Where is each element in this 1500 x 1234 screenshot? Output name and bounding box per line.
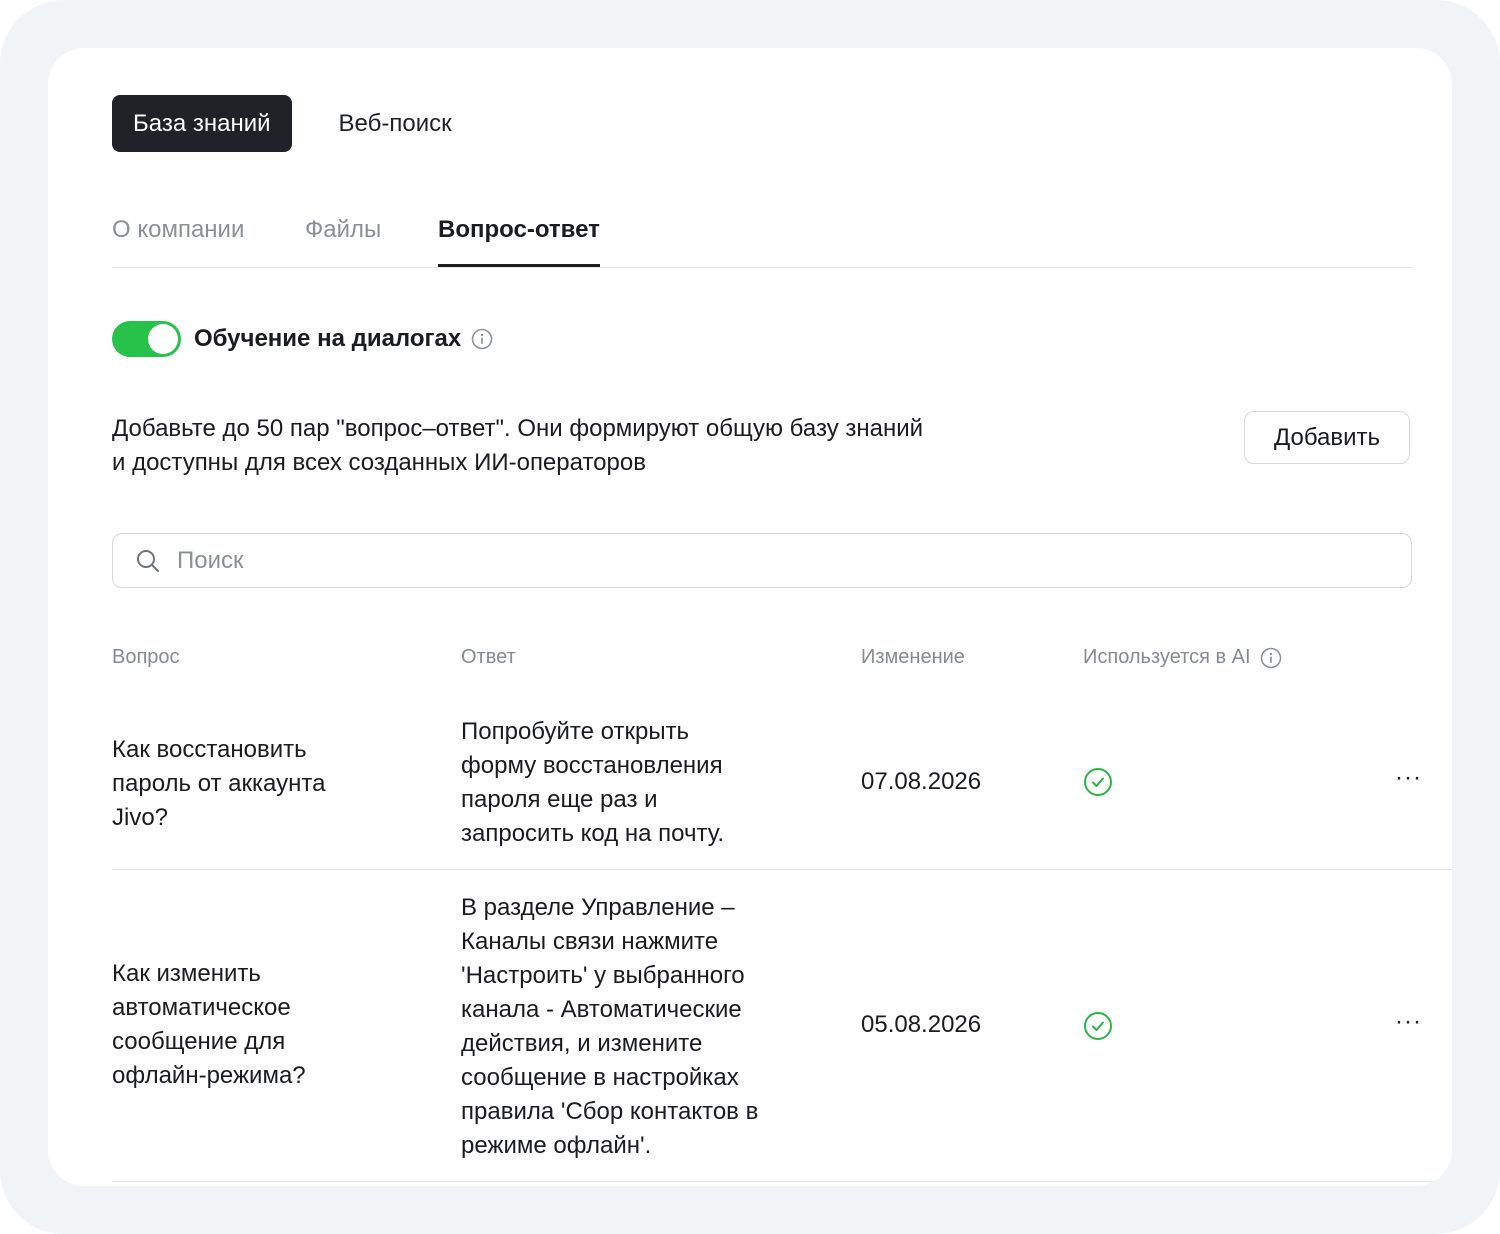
page-background: База знаний Веб-поиск О компании Файлы В…	[0, 0, 1500, 1234]
answer-line: форму восстановления	[461, 752, 723, 779]
description-line: Добавьте до 50 пар "вопрос–ответ". Они ф…	[112, 415, 924, 442]
check-circle-icon	[1083, 1011, 1113, 1051]
table-row[interactable]: Как восстановить пароль от аккаунта Jivo…	[112, 714, 1452, 870]
search-icon	[135, 548, 161, 574]
column-header-answer[interactable]: Ответ	[461, 646, 516, 669]
qa-description: Добавьте до 50 пар "вопрос–ответ". Они ф…	[112, 412, 1012, 480]
answer-line: пароля еще раз и	[461, 786, 658, 813]
answer-line: режиме офлайн'.	[461, 1132, 652, 1159]
answer-cell: Попробуйте открыть форму восстановления …	[461, 715, 791, 851]
description-line: и доступны для всех созданных ИИ-операто…	[112, 449, 646, 476]
top-tabs: База знаний Веб-поиск	[112, 95, 499, 152]
answer-line: правила 'Сбор контактов в	[461, 1098, 759, 1125]
info-icon[interactable]	[1260, 647, 1282, 669]
tab-files[interactable]: Файлы	[305, 214, 381, 266]
column-header-changed[interactable]: Изменение	[861, 646, 965, 669]
question-line: сообщение для	[112, 1028, 286, 1055]
settings-card: База знаний Веб-поиск О компании Файлы В…	[48, 48, 1452, 1186]
training-toggle[interactable]	[112, 321, 181, 357]
column-header-question[interactable]: Вопрос	[112, 646, 180, 669]
answer-cell: В разделе Управление – Каналы связи нажм…	[461, 891, 791, 1163]
knowledge-base-panel: База знаний Веб-поиск О компании Файлы В…	[112, 48, 1452, 1186]
question-line: автоматическое	[112, 994, 291, 1021]
tab-question-answer[interactable]: Вопрос-ответ	[438, 214, 600, 267]
row-more-button[interactable]: ···	[1395, 1005, 1422, 1039]
question-line: пароль от аккаунта	[112, 770, 326, 797]
info-icon[interactable]	[471, 328, 493, 350]
training-toggle-row: Обучение на диалогах	[112, 321, 493, 357]
answer-line: Попробуйте открыть	[461, 718, 690, 745]
question-line: Как восстановить	[112, 736, 307, 763]
search-input[interactable]	[175, 545, 1179, 576]
column-header-used-in-ai[interactable]: Используется в AI	[1083, 646, 1282, 669]
answer-line: сообщение в настройках	[461, 1064, 739, 1091]
question-cell: Как изменить автоматическое сообщение дл…	[112, 957, 402, 1093]
tab-knowledge-base[interactable]: База знаний	[112, 95, 292, 152]
answer-line: канала - Автоматические	[461, 996, 742, 1023]
question-line: офлайн-режима?	[112, 1062, 306, 1089]
table-row[interactable]: Как изменить автоматическое сообщение дл…	[112, 870, 1452, 1182]
changed-date: 05.08.2026	[861, 1011, 982, 1038]
answer-line: В разделе Управление –	[461, 894, 735, 921]
tab-about-company[interactable]: О компании	[112, 214, 244, 266]
check-circle-icon	[1083, 767, 1113, 807]
tab-web-search[interactable]: Веб-поиск	[318, 95, 473, 152]
question-line: Как изменить	[112, 960, 261, 987]
toggle-knob	[148, 324, 178, 354]
answer-line: действия, и измените	[461, 1030, 703, 1057]
row-more-button[interactable]: ···	[1395, 761, 1422, 795]
answer-line: 'Настроить' у выбранного	[461, 962, 745, 989]
changed-date: 07.08.2026	[861, 768, 982, 795]
used-in-ai-label: Используется в AI	[1083, 646, 1251, 668]
answer-line: Каналы связи нажмите	[461, 928, 719, 955]
sub-tabs: О компании Файлы Вопрос-ответ	[112, 214, 1412, 268]
training-toggle-label: Обучение на диалогах	[194, 325, 462, 352]
add-button[interactable]: Добавить	[1244, 411, 1410, 464]
question-line: Jivo?	[112, 804, 169, 831]
question-cell: Как восстановить пароль от аккаунта Jivo…	[112, 733, 402, 835]
search-box[interactable]	[112, 533, 1412, 588]
answer-line: запросить код на почту.	[461, 820, 724, 847]
